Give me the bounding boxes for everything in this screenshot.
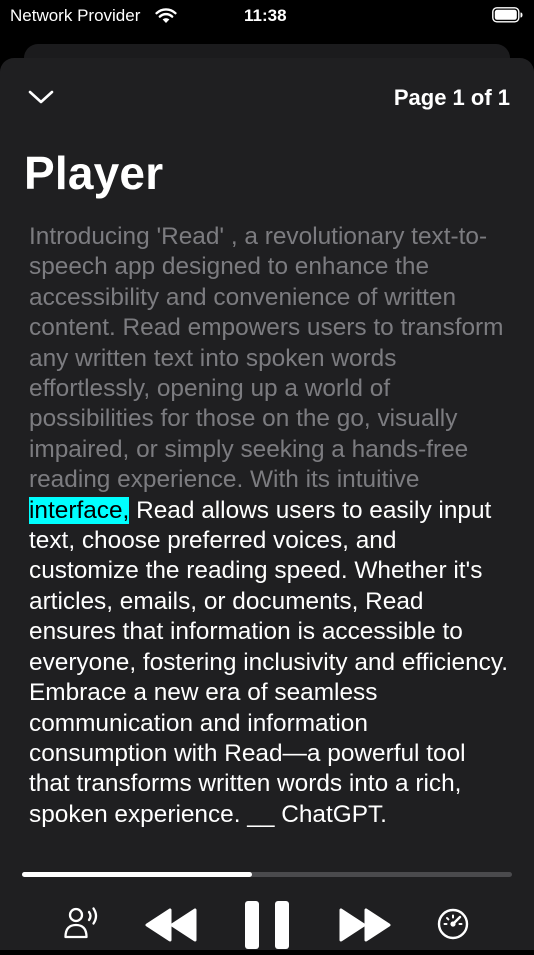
page-indicator: Page 1 of 1 [393, 85, 510, 110]
carrier-label: Network Provider [10, 6, 141, 25]
page-title: Player [24, 147, 164, 199]
clock: 11:38 [244, 6, 287, 25]
voice-icon[interactable] [64, 905, 104, 944]
battery-icon [492, 7, 523, 28]
upcoming-text: Read allows users to easily input text, … [29, 496, 509, 828]
current-word-highlight: interface, [29, 496, 130, 524]
rewind-icon[interactable] [143, 908, 199, 947]
speed-gauge-icon[interactable] [436, 907, 470, 946]
pause-icon[interactable] [243, 900, 293, 955]
progress-bar[interactable] [22, 872, 512, 877]
fast-forward-icon[interactable] [337, 908, 393, 947]
read-text: Introducing 'Read' , a revolutionary tex… [29, 223, 504, 494]
progress-fill [22, 872, 253, 877]
status-bar: Network Provider 11:38 [0, 0, 534, 34]
chevron-down-icon[interactable] [28, 89, 54, 110]
wifi-icon [155, 7, 177, 29]
reading-text: Introducing 'Read' , a revolutionary tex… [29, 222, 509, 830]
